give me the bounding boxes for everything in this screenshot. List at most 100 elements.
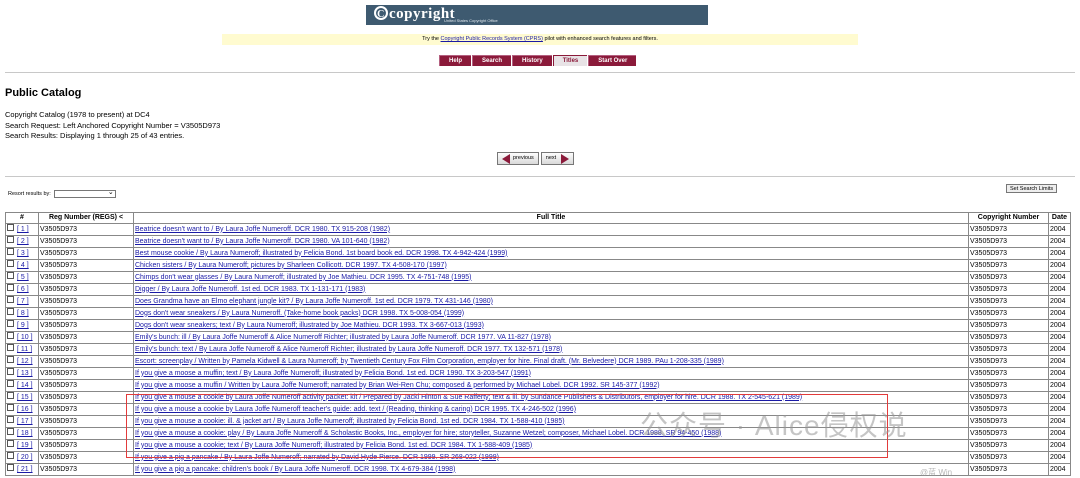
title-link[interactable]: Digger / By Laura Joffe Numeroff. 1st ed… xyxy=(135,286,365,293)
row-checkbox[interactable] xyxy=(7,416,14,423)
date-cell: 2004 xyxy=(1048,379,1071,392)
row-number-link[interactable]: [ 1 ] xyxy=(17,226,29,233)
title-link[interactable]: Emily's bunch: ill / By Laura Joffe Nume… xyxy=(135,334,551,341)
table-row: [ 5 ] V3505D973 Chimps don't wear glasses … xyxy=(5,271,1071,284)
col-header-full-title[interactable]: Full Title xyxy=(133,212,969,224)
full-title-cell: Digger / By Laura Joffe Numeroff. 1st ed… xyxy=(133,283,969,296)
row-checkbox[interactable] xyxy=(7,320,14,327)
title-link[interactable]: Escort: screenplay / Written by Pamela K… xyxy=(135,358,724,365)
table-header-row: # Reg Number (REGS) < Full Title Copyrig… xyxy=(5,212,1071,224)
row-number-link[interactable]: [ 5 ] xyxy=(17,274,29,281)
menu-help[interactable]: Help xyxy=(439,55,472,66)
title-link[interactable]: Best mouse cookie / By Laura Numeroff; i… xyxy=(135,250,508,257)
title-link[interactable]: Chicken sisters / By Laura Numeroff; pic… xyxy=(135,262,447,269)
copyright-number-cell: V3505D973 xyxy=(968,259,1049,272)
row-number-link[interactable]: [ 19 ] xyxy=(17,442,33,449)
date-cell: 2004 xyxy=(1048,391,1071,404)
row-number-link[interactable]: [ 11 ] xyxy=(17,346,32,353)
row-checkbox[interactable] xyxy=(7,404,14,411)
row-checkbox[interactable] xyxy=(7,296,14,303)
previous-button[interactable]: previous xyxy=(497,152,539,165)
row-number-link[interactable]: [ 16 ] xyxy=(17,406,33,413)
row-checkbox[interactable] xyxy=(7,452,14,459)
row-checkbox[interactable] xyxy=(7,380,14,387)
menu-search[interactable]: Search xyxy=(472,55,512,66)
arrow-right-icon xyxy=(561,153,570,164)
cprs-link[interactable]: Copyright Public Records System (CPRS) xyxy=(441,36,543,42)
row-checkbox[interactable] xyxy=(7,392,14,399)
row-checkbox[interactable] xyxy=(7,284,14,291)
row-checkbox[interactable] xyxy=(7,260,14,267)
row-number-cell: [ 5 ] xyxy=(5,271,39,284)
row-number-link[interactable]: [ 13 ] xyxy=(17,370,33,377)
title-link[interactable]: If you give a moose a muffin; text / By … xyxy=(135,370,531,377)
title-link[interactable]: Beatrice doesn't want to / By Laura Joff… xyxy=(135,226,390,233)
row-number-link[interactable]: [ 14 ] xyxy=(17,382,33,389)
title-link[interactable]: If you give a moose a muffin / Written b… xyxy=(135,382,660,389)
reg-number-cell: V3505D973 xyxy=(38,319,134,332)
col-header-date[interactable]: Date xyxy=(1048,212,1071,224)
row-number-cell: [ 10 ] xyxy=(5,331,39,344)
row-checkbox[interactable] xyxy=(7,356,14,363)
reg-number-cell: V3505D973 xyxy=(38,355,134,368)
row-number-link[interactable]: [ 7 ] xyxy=(17,298,29,305)
row-checkbox[interactable] xyxy=(7,464,14,471)
date-cell: 2004 xyxy=(1048,355,1071,368)
row-number-link[interactable]: [ 2 ] xyxy=(17,238,29,245)
copyright-office-banner[interactable]: Ccopyright United States Copyright Offic… xyxy=(366,5,708,25)
row-checkbox[interactable] xyxy=(7,272,14,279)
title-link[interactable]: Dogs don't wear sneakers; text / By Laur… xyxy=(135,322,484,329)
row-number-link[interactable]: [ 18 ] xyxy=(17,430,33,437)
row-checkbox[interactable] xyxy=(7,368,14,375)
col-header-reg-number[interactable]: Reg Number (REGS) < xyxy=(38,212,134,224)
row-number-cell: [ 15 ] xyxy=(5,391,39,404)
row-checkbox[interactable] xyxy=(7,428,14,435)
row-checkbox[interactable] xyxy=(7,224,14,231)
title-link[interactable]: Does Grandma have an Elmo elephant jungl… xyxy=(135,298,493,305)
row-number-link[interactable]: [ 6 ] xyxy=(17,286,29,293)
row-checkbox[interactable] xyxy=(7,248,14,255)
row-number-link[interactable]: [ 4 ] xyxy=(17,262,29,269)
table-row: [ 10 ] V3505D973 Emily's bunch: ill / By L… xyxy=(5,331,1071,344)
date-cell: 2004 xyxy=(1048,283,1071,296)
next-button[interactable]: next xyxy=(540,152,575,165)
row-number-cell: [ 14 ] xyxy=(5,379,39,392)
set-search-limits-button[interactable]: Set Search Limits xyxy=(1006,184,1058,193)
copyright-number-cell: V3505D973 xyxy=(968,235,1049,248)
date-cell: 2004 xyxy=(1048,439,1071,452)
title-link[interactable]: Chimps don't wear glasses / By Laura Num… xyxy=(135,274,471,281)
title-link[interactable]: If you give a pig a pancake: children's … xyxy=(135,466,455,473)
date-cell: 2004 xyxy=(1048,259,1071,272)
full-title-cell: Beatrice doesn't want to / By Laura Joff… xyxy=(133,235,969,248)
row-checkbox[interactable] xyxy=(7,440,14,447)
resort-select[interactable] xyxy=(53,188,116,198)
row-checkbox[interactable] xyxy=(7,332,14,339)
title-link[interactable]: Beatrice doesn't want to / By Laura Joff… xyxy=(135,238,390,245)
menu-titles[interactable]: Titles xyxy=(552,55,588,66)
row-number-link[interactable]: [ 3 ] xyxy=(17,250,29,257)
row-number-link[interactable]: [ 10 ] xyxy=(17,334,33,341)
col-header-copyright-number[interactable]: Copyright Number xyxy=(968,212,1049,224)
row-number-link[interactable]: [ 20 ] xyxy=(17,454,33,461)
row-number-cell: [ 1 ] xyxy=(5,223,39,236)
row-number-link[interactable]: [ 21 ] xyxy=(17,466,33,473)
copyright-number-cell: V3505D973 xyxy=(968,271,1049,284)
row-number-link[interactable]: [ 8 ] xyxy=(17,310,29,317)
row-number-link[interactable]: [ 12 ] xyxy=(17,358,33,365)
row-checkbox[interactable] xyxy=(7,236,14,243)
copyright-number-cell: V3505D973 xyxy=(968,283,1049,296)
row-checkbox[interactable] xyxy=(7,308,14,315)
menu-history[interactable]: History xyxy=(512,55,552,66)
row-number-cell: [ 4 ] xyxy=(5,259,39,272)
row-number-link[interactable]: [ 15 ] xyxy=(17,394,33,401)
title-link[interactable]: Emily's bunch: text / By Laura Joffe Num… xyxy=(135,346,562,353)
row-checkbox[interactable] xyxy=(7,344,14,351)
menu-start-over[interactable]: Start Over xyxy=(588,55,637,66)
col-header-number: # xyxy=(5,212,39,224)
row-number-link[interactable]: [ 17 ] xyxy=(17,418,33,425)
search-info: Copyright Catalog (1978 to present) at D… xyxy=(5,110,220,142)
table-row: [ 2 ] V3505D973 Beatrice doesn't want to /… xyxy=(5,235,1071,248)
row-number-link[interactable]: [ 9 ] xyxy=(17,322,29,329)
date-cell: 2004 xyxy=(1048,343,1071,356)
title-link[interactable]: Dogs don't wear sneakers / By Laura Nume… xyxy=(135,310,464,317)
